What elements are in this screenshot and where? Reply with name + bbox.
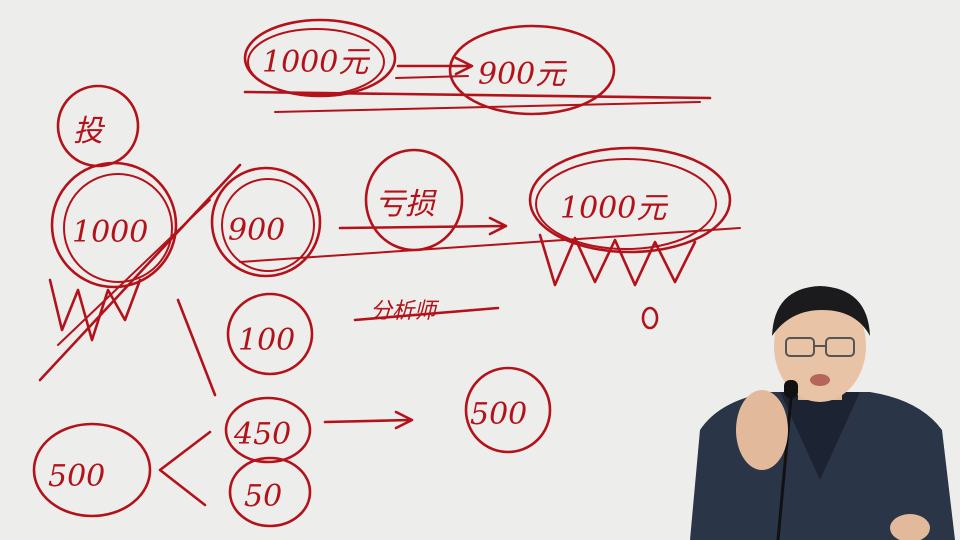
bottom-upper-amount: 450 bbox=[233, 417, 291, 452]
microphone-icon bbox=[784, 380, 798, 398]
top-left-amount: 1000元 bbox=[262, 45, 370, 80]
bottom-right-note: 500 bbox=[464, 366, 552, 454]
top-right-amount: 900元 bbox=[478, 57, 567, 92]
branch-bracket bbox=[158, 430, 212, 507]
top-left-note: 1000元 bbox=[243, 18, 397, 98]
mid-amount: 900 bbox=[228, 213, 285, 248]
bottom-lower-note: 50 bbox=[228, 456, 312, 528]
bottom-left-note: 500 bbox=[32, 422, 152, 518]
top-right-note: 900元 bbox=[448, 24, 616, 116]
lower-mid-amount-note: 100 bbox=[226, 292, 314, 376]
zero-mark bbox=[641, 306, 659, 330]
struck-text-note: 分析师 bbox=[353, 299, 500, 324]
left-amount: 1000 bbox=[72, 215, 148, 250]
bottom-upper-note: 450 bbox=[224, 396, 312, 464]
bottom-left-amount: 500 bbox=[48, 459, 105, 494]
presenter bbox=[690, 286, 955, 540]
bottom-arrow bbox=[323, 410, 414, 430]
presenter-hand bbox=[736, 390, 788, 470]
strike-line bbox=[38, 163, 242, 382]
left-amount-note: 1000 bbox=[50, 161, 178, 289]
side-char: 投 bbox=[73, 114, 106, 149]
top-arrow bbox=[396, 56, 474, 76]
middle-char-note: 亏损 bbox=[364, 148, 464, 252]
bottom-right-amount: 500 bbox=[470, 397, 527, 432]
side-char-note: 投 bbox=[56, 84, 140, 168]
lower-mid-amount: 100 bbox=[238, 323, 295, 358]
bottom-lower-amount: 50 bbox=[244, 479, 282, 514]
right-amount: 1000元 bbox=[560, 191, 668, 226]
middle-char: 亏损 bbox=[375, 187, 437, 222]
struck-text: 分析师 bbox=[370, 299, 440, 324]
